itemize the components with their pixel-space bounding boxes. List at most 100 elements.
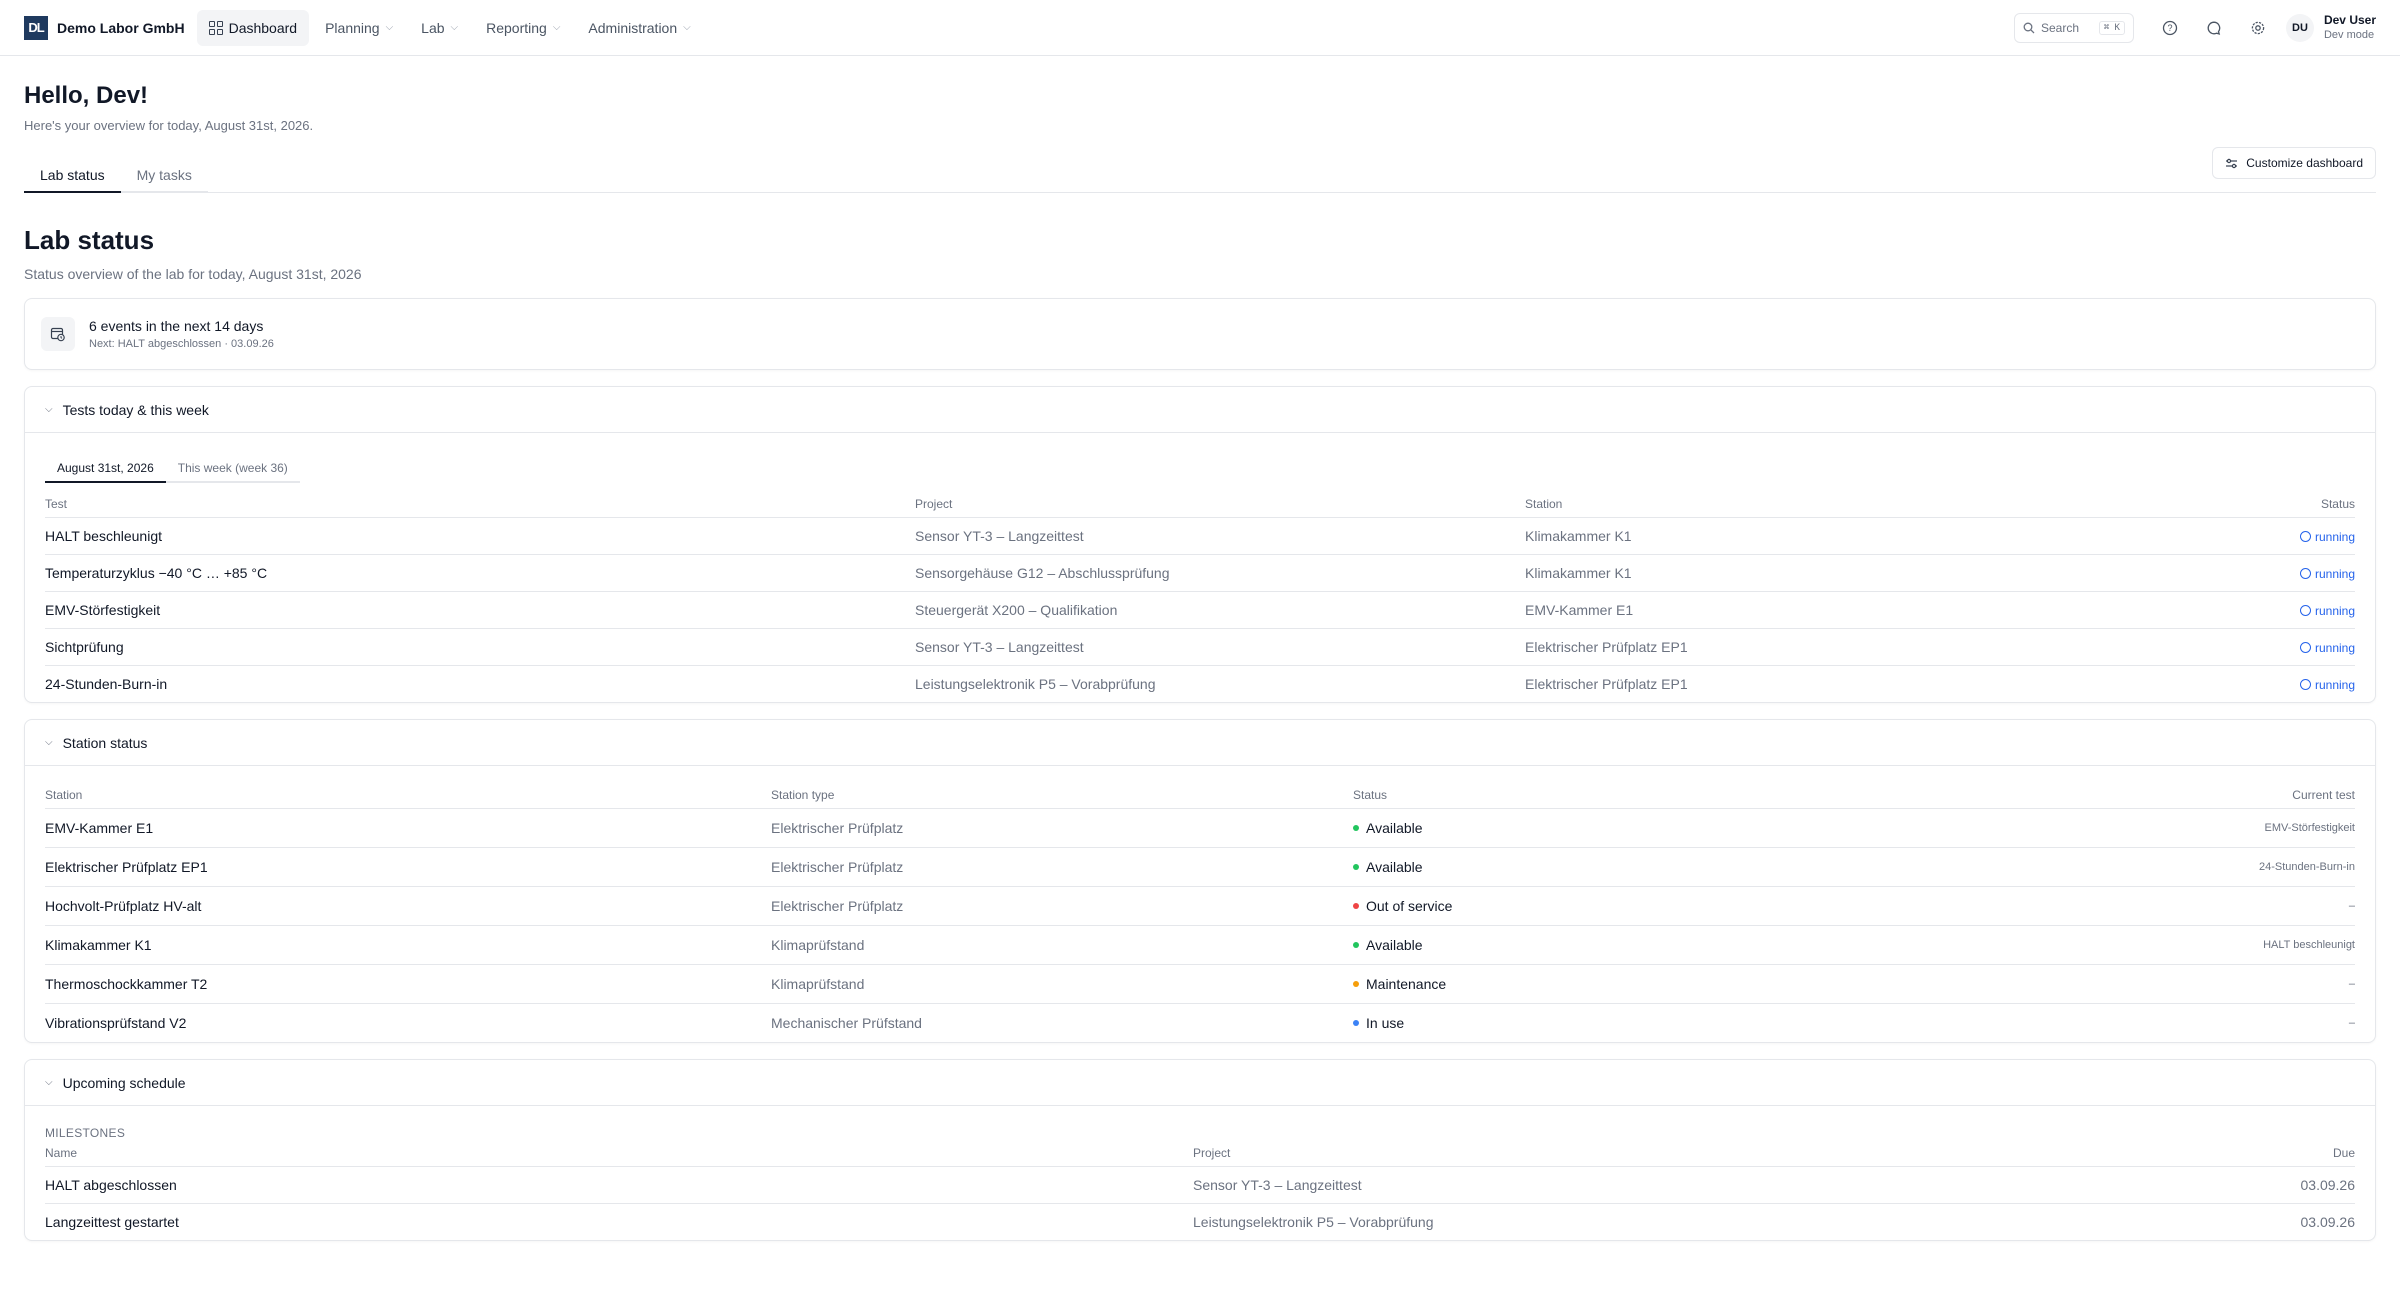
station-type: Klimaprüfstand [771,925,1353,965]
running-icon [2299,567,2311,579]
schedule-panel-header[interactable]: ⌵ Upcoming schedule [25,1060,2375,1106]
table-row[interactable]: EMV-Störfestigkeit Steuergerät X200 – Qu… [45,591,2355,629]
milestone-name: HALT abgeschlossen [45,1166,1193,1204]
tab-my-tasks[interactable]: My tasks [120,159,208,193]
chevron-down-icon: ⌵ [45,1077,53,1088]
events-next: Next: HALT abgeschlossen · 03.09.26 [89,338,274,350]
station-status-panel: ⌵ Station status Station Station type St… [24,719,2376,1043]
user-name: Dev User [2323,13,2376,27]
nav-reporting[interactable]: Reporting ⌵ [474,10,572,46]
col-due: Due [1993,1140,2355,1167]
status-text: running [2314,603,2355,618]
table-row[interactable]: Vibrationsprüfstand V2 Mechanischer Prüfs… [45,1003,2355,1042]
user-menu[interactable]: DU Dev User Dev mode [2285,13,2376,43]
nav-planning[interactable]: Planning ⌵ [313,10,405,46]
nav-planning-label: Planning [325,19,380,36]
help-icon: ? [2162,20,2178,36]
status-dot [1353,863,1359,870]
test-station: Klimakammer K1 [1525,517,2075,555]
events-title: 6 events in the next 14 days [89,318,264,334]
chevron-down-icon: ⌵ [683,22,691,33]
chevron-down-icon: ⌵ [552,22,561,33]
table-row[interactable]: Klimakammer K1 Klimaprüfstand Available HAL… [45,925,2355,965]
col-test: Test [45,483,915,518]
test-project: Sensor YT-3 – Langzeittest [915,517,1525,555]
table-row[interactable]: Langzeittest gestartet Leistungselektron… [45,1203,2355,1240]
top-right-actions: Search ⌘ K ? DU Dev User Dev mode [2013,0,2376,56]
chevron-down-icon: ⌵ [45,404,53,415]
col-project: Project [915,483,1525,518]
subtab-today[interactable]: August 31st, 2026 [45,455,166,483]
table-row[interactable]: Elektrischer Prüfplatz EP1 Elektrischer P… [45,847,2355,887]
search-button[interactable]: Search ⌘ K [2013,13,2134,43]
test-name: Temperaturzyklus −40 °C … +85 °C [45,554,915,592]
status-badge: running [2299,567,2355,581]
table-row[interactable]: HALT abgeschlossen Sensor YT-3 – Langzei… [45,1166,2355,1204]
section-subtitle: Status overview of the lab for today, Au… [24,266,362,282]
station-status: In use [1366,1014,1405,1031]
brand[interactable]: DL Demo Labor GmbH [24,15,185,40]
chevron-down-icon: ⌵ [385,22,394,33]
table-row[interactable]: 24-Stunden-Burn-in Leistungselektronik P… [45,665,2355,702]
col-status: Status [2075,483,2355,518]
test-name: Sichtprüfung [45,628,915,666]
nav-administration-label: Administration [588,19,678,36]
tests-panel: ⌵ Tests today & this week August 31st, 2… [24,386,2376,703]
col-station: Station [1525,483,2075,518]
nav-administration[interactable]: Administration ⌵ [576,10,702,46]
customize-dashboard-button[interactable]: Customize dashboard [2212,147,2376,179]
tests-table: Test Project Station Status HALT beschle… [45,483,2355,702]
station-type: Elektrischer Prüfplatz [771,808,1353,848]
main-content: Hello, Dev! Here's your overview for tod… [24,56,2376,1241]
dashboard-tabs: Lab status My tasks Customize dashboard [24,147,2376,193]
station-status: Available [1366,858,1423,875]
station-type: Mechanischer Prüfstand [771,1014,922,1031]
table-row[interactable]: Temperaturzyklus −40 °C … +85 °C Sensorg… [45,554,2355,592]
table-row[interactable]: Sichtprüfung Sensor YT-3 – Langzeittest … [45,628,2355,666]
user-mode: Dev mode [2323,29,2375,41]
help-button[interactable]: ? [2148,10,2192,46]
tests-panel-header[interactable]: ⌵ Tests today & this week [25,387,2375,433]
test-name: 24-Stunden-Burn-in [45,675,168,692]
station-panel-header[interactable]: ⌵ Station status [25,720,2375,766]
current-test: – [2348,1016,2355,1029]
station-name: Elektrischer Prüfplatz EP1 [45,847,771,887]
test-project: Sensorgehäuse G12 – Abschlussprüfung [915,554,1525,592]
chevron-down-icon: ⌵ [450,22,459,33]
station-status: Available [1366,936,1423,953]
customize-label: Customize dashboard [2246,156,2363,170]
page-title: Hello, Dev! [24,82,149,109]
settings-button[interactable] [2236,10,2280,46]
search-icon [2023,22,2035,34]
station-panel-title: Station status [62,734,148,751]
station-name: EMV-Kammer E1 [45,808,771,848]
tests-subtabs: August 31st, 2026 This week (week 36) [45,455,2355,483]
table-row[interactable]: Thermoschockkammer T2 Klimaprüfstand Maint… [45,964,2355,1004]
brand-logo: DL [24,15,48,40]
station-name: Hochvolt-Prüfplatz HV-alt [45,886,771,926]
nav-dashboard[interactable]: Dashboard [196,9,310,46]
nav-lab[interactable]: Lab ⌵ [409,10,470,46]
events-card[interactable]: 6 events in the next 14 days Next: HALT … [24,298,2376,370]
table-row[interactable]: HALT beschleunigt Sensor YT-3 – Langzeit… [45,517,2355,555]
upcoming-schedule-panel: ⌵ Upcoming schedule MILESTONES Name Proj… [24,1059,2376,1241]
nav-reporting-label: Reporting [486,19,547,36]
test-station: Elektrischer Prüfplatz EP1 [1525,675,1688,692]
current-test: 24-Stunden-Burn-in [1853,847,2355,887]
status-text: running [2314,677,2355,692]
status-badge: running [2299,603,2355,618]
subtab-this-week[interactable]: This week (week 36) [165,455,300,483]
status-dot [1353,902,1359,909]
table-row[interactable]: EMV-Kammer E1 Elektrischer Prüfplatz Avail… [45,808,2355,848]
test-station: Klimakammer K1 [1525,554,2075,592]
col-name: Name [45,1140,1193,1167]
test-project: Leistungselektronik P5 – Vorabprüfung [915,675,1156,692]
nav-dashboard-label: Dashboard [228,19,298,36]
tests-panel-title: Tests today & this week [62,401,209,418]
status-badge: running [2299,677,2355,692]
messages-button[interactable] [2192,10,2236,46]
table-row[interactable]: Hochvolt-Prüfplatz HV-alt Elektrischer Pr… [45,886,2355,926]
tab-lab-status[interactable]: Lab status [24,159,121,193]
schedule-panel-title: Upcoming schedule [62,1074,186,1091]
avatar: DU [2285,14,2314,42]
